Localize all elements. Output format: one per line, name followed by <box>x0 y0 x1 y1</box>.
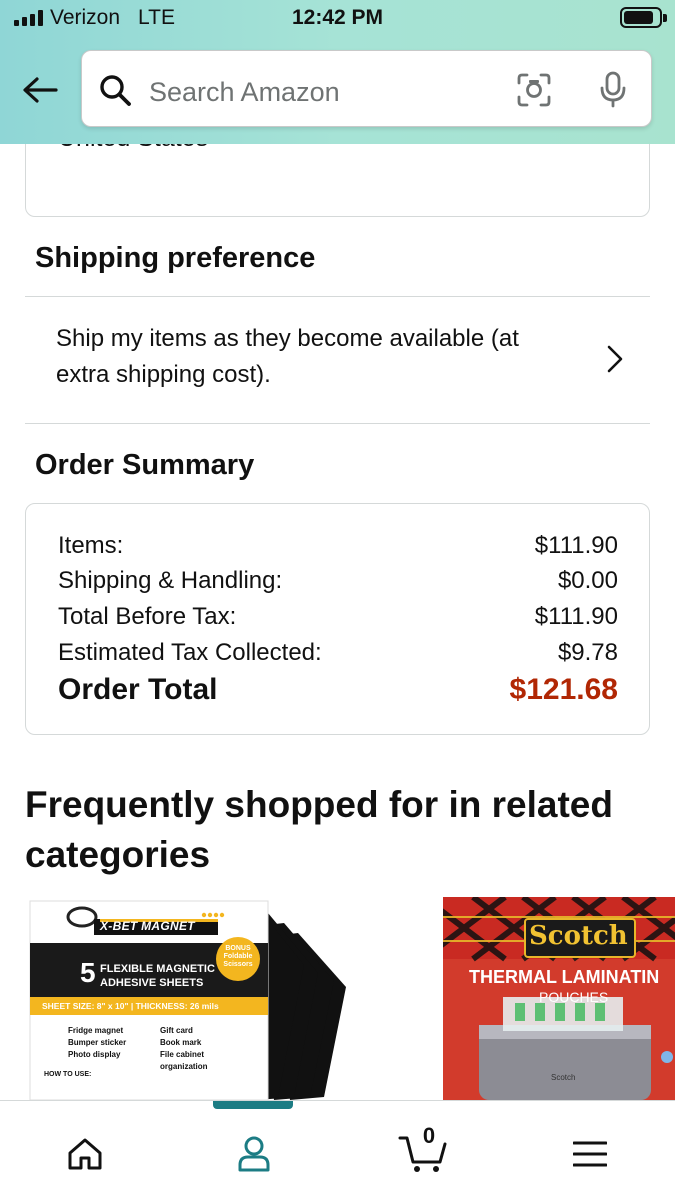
hamburger-menu-icon <box>573 1141 607 1167</box>
product-uses-left: Fridge magnet Bumper sticker Photo displ… <box>68 1025 126 1061</box>
use-item: File cabinet organization <box>160 1050 208 1071</box>
nav-home-button[interactable] <box>60 1129 110 1179</box>
battery-icon <box>620 7 667 28</box>
camera-scan-icon[interactable] <box>516 72 552 108</box>
summary-row-items: Items: $111.90 <box>58 532 618 560</box>
user-icon <box>238 1136 270 1172</box>
product-bonus-badge: BONUS Foldable Scissors <box>223 945 253 968</box>
chevron-right-icon <box>607 345 623 373</box>
summary-amount: $111.90 <box>534 532 618 559</box>
summary-row-before-tax: Total Before Tax: $111.90 <box>58 603 618 631</box>
app-header: Verizon LTE 12:42 PM Search Amazon <box>0 0 675 144</box>
shipping-option-text: Ship my items as they become available (… <box>56 325 519 388</box>
product-how-to: HOW TO USE: <box>44 1071 92 1078</box>
nav-menu-button[interactable] <box>565 1129 615 1179</box>
back-button[interactable] <box>20 72 60 108</box>
search-input[interactable]: Search Amazon <box>149 77 340 108</box>
product-headline: ADHESIVE SHEETS <box>100 977 204 989</box>
product-card-laminating-pouches[interactable]: Scotch THERMAL LAMINATIN POUCHES Scotch <box>443 897 675 1100</box>
cart-count-badge: 0 <box>422 1123 436 1148</box>
product-headline: FLEXIBLE MAGNETIC <box>100 963 215 975</box>
use-item: Book mark <box>160 1038 202 1047</box>
product-subheadline: POUCHES <box>539 989 609 1005</box>
summary-amount: $0.00 <box>557 567 618 594</box>
use-item: Bumper sticker <box>68 1038 127 1047</box>
product-headline: THERMAL LAMINATIN <box>469 967 660 987</box>
active-tab-indicator <box>213 1101 293 1109</box>
home-icon <box>68 1138 102 1170</box>
summary-label: Estimated Tax Collected: <box>58 639 322 666</box>
use-item: Fridge magnet <box>68 1026 124 1035</box>
order-total-row: Order Total $121.68 <box>58 673 618 707</box>
use-item: Gift card <box>160 1026 193 1035</box>
divider <box>25 423 650 424</box>
status-time: 12:42 PM <box>291 6 384 29</box>
summary-label: Items: <box>58 532 124 559</box>
order-summary-card: Items: $111.90 Shipping & Handling: $0.0… <box>25 503 650 735</box>
product-card-magnet-sheets[interactable]: X-BET MAGNET 5 FLEXIBLE MAGNETIC ADHESIV… <box>28 897 346 1100</box>
search-bar[interactable]: Search Amazon <box>81 50 652 127</box>
summary-label: Total Before Tax: <box>58 603 237 630</box>
search-icon <box>100 75 131 106</box>
order-total-label: Order Total <box>58 673 218 706</box>
product-uses-right: Gift card Book mark File cabinet organiz… <box>160 1025 230 1073</box>
order-total-amount: $121.68 <box>509 673 618 706</box>
shipping-preference-title: Shipping preference <box>35 242 316 274</box>
product-brand-logo: Scotch <box>529 921 628 951</box>
summary-row-shipping: Shipping & Handling: $0.00 <box>58 567 618 595</box>
order-summary-title: Order Summary <box>35 449 255 481</box>
microphone-icon[interactable] <box>598 71 628 109</box>
use-item: Photo display <box>68 1050 121 1059</box>
product-count: 5 <box>80 957 96 988</box>
summary-amount: $111.90 <box>534 603 618 630</box>
summary-label: Shipping & Handling: <box>58 567 283 594</box>
shipping-preference-option[interactable]: Ship my items as they become available (… <box>25 297 650 423</box>
frequently-shopped-title: Frequently shopped for in related catego… <box>25 784 613 875</box>
status-bar: Verizon LTE 12:42 PM <box>0 0 675 40</box>
product-brand: X-BET MAGNET <box>100 919 195 933</box>
nav-account-button[interactable] <box>229 1129 279 1179</box>
arrow-left-icon <box>23 77 58 103</box>
device-label: Scotch <box>551 1073 576 1082</box>
bottom-navigation: 0 <box>0 1100 675 1200</box>
summary-amount: $9.78 <box>557 639 618 666</box>
product-spec: SHEET SIZE: 8" x 10" | THICKNESS: 26 mil… <box>42 1001 219 1011</box>
summary-row-tax: Estimated Tax Collected: $9.78 <box>58 639 618 667</box>
